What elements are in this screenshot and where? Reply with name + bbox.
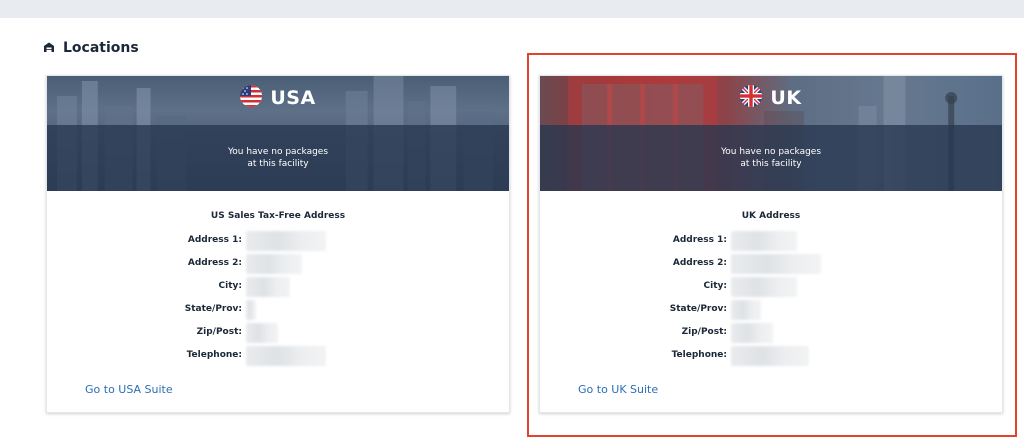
address-row: Telephone:: [47, 346, 509, 368]
redacted-value: [731, 346, 809, 366]
address-title: US Sales Tax-Free Address: [210, 211, 346, 221]
redacted-value: [731, 254, 821, 274]
redacted-value: [246, 277, 290, 297]
address-row: Zip/Post:: [540, 323, 1002, 345]
address-row: City:: [540, 277, 1002, 299]
message-line-2: at this facility: [740, 159, 802, 169]
field-label: Telephone:: [186, 350, 242, 360]
go-to-uk-suite-link[interactable]: Go to UK Suite: [578, 383, 658, 396]
country-name: USA: [270, 87, 316, 109]
country-header: USA: [47, 85, 509, 111]
redacted-value: [246, 323, 278, 343]
warehouse-icon: [43, 38, 55, 57]
address-row: Zip/Post:: [47, 323, 509, 345]
field-label: Address 1:: [672, 235, 727, 245]
address-row: State/Prov:: [47, 300, 509, 322]
redacted-value: [731, 323, 773, 343]
field-label: City:: [218, 281, 242, 291]
address-row: Address 2:: [540, 254, 1002, 276]
field-label: Address 2:: [672, 258, 727, 268]
top-bar: [0, 0, 1024, 18]
page-title: Locations: [63, 39, 139, 56]
go-to-usa-suite-link[interactable]: Go to USA Suite: [85, 383, 173, 396]
us-flag-icon: [240, 85, 263, 111]
address-row: State/Prov:: [540, 300, 1002, 322]
package-status-message: You have no packages at this facility: [47, 146, 509, 170]
field-label: Address 2:: [187, 258, 242, 268]
redacted-value: [731, 300, 761, 320]
redacted-value: [731, 277, 797, 297]
field-label: Telephone:: [671, 350, 727, 360]
redacted-value: [246, 231, 326, 251]
field-label: City:: [703, 281, 727, 291]
locations-heading: Locations: [43, 38, 139, 57]
address-row: Address 2:: [47, 254, 509, 276]
uk-flag-icon: [740, 85, 763, 111]
redacted-value: [246, 254, 302, 274]
redacted-value: [731, 231, 797, 251]
address-row: Telephone:: [540, 346, 1002, 368]
location-card-usa: USA You have no packages at this facilit…: [46, 75, 510, 413]
hero-banner-usa: USA You have no packages at this facilit…: [47, 76, 509, 191]
field-label: Zip/Post:: [681, 327, 727, 337]
address-row: Address 1:: [47, 231, 509, 253]
location-card-uk: UK You have no packages at this facility…: [539, 75, 1003, 413]
address-row: Address 1:: [540, 231, 1002, 253]
field-label: State/Prov:: [184, 304, 242, 314]
redacted-value: [246, 346, 326, 366]
message-line-1: You have no packages: [720, 147, 822, 157]
country-header: UK: [540, 85, 1002, 111]
field-label: Zip/Post:: [196, 327, 242, 337]
message-line-2: at this facility: [247, 159, 309, 169]
country-name: UK: [770, 87, 802, 109]
package-status-message: You have no packages at this facility: [540, 146, 1002, 170]
field-label: State/Prov:: [669, 304, 727, 314]
address-row: City:: [47, 277, 509, 299]
field-label: Address 1:: [187, 235, 242, 245]
hero-banner-uk: UK You have no packages at this facility: [540, 76, 1002, 191]
message-line-1: You have no packages: [227, 147, 329, 157]
address-title: UK Address: [741, 211, 801, 221]
redacted-value: [246, 300, 256, 320]
